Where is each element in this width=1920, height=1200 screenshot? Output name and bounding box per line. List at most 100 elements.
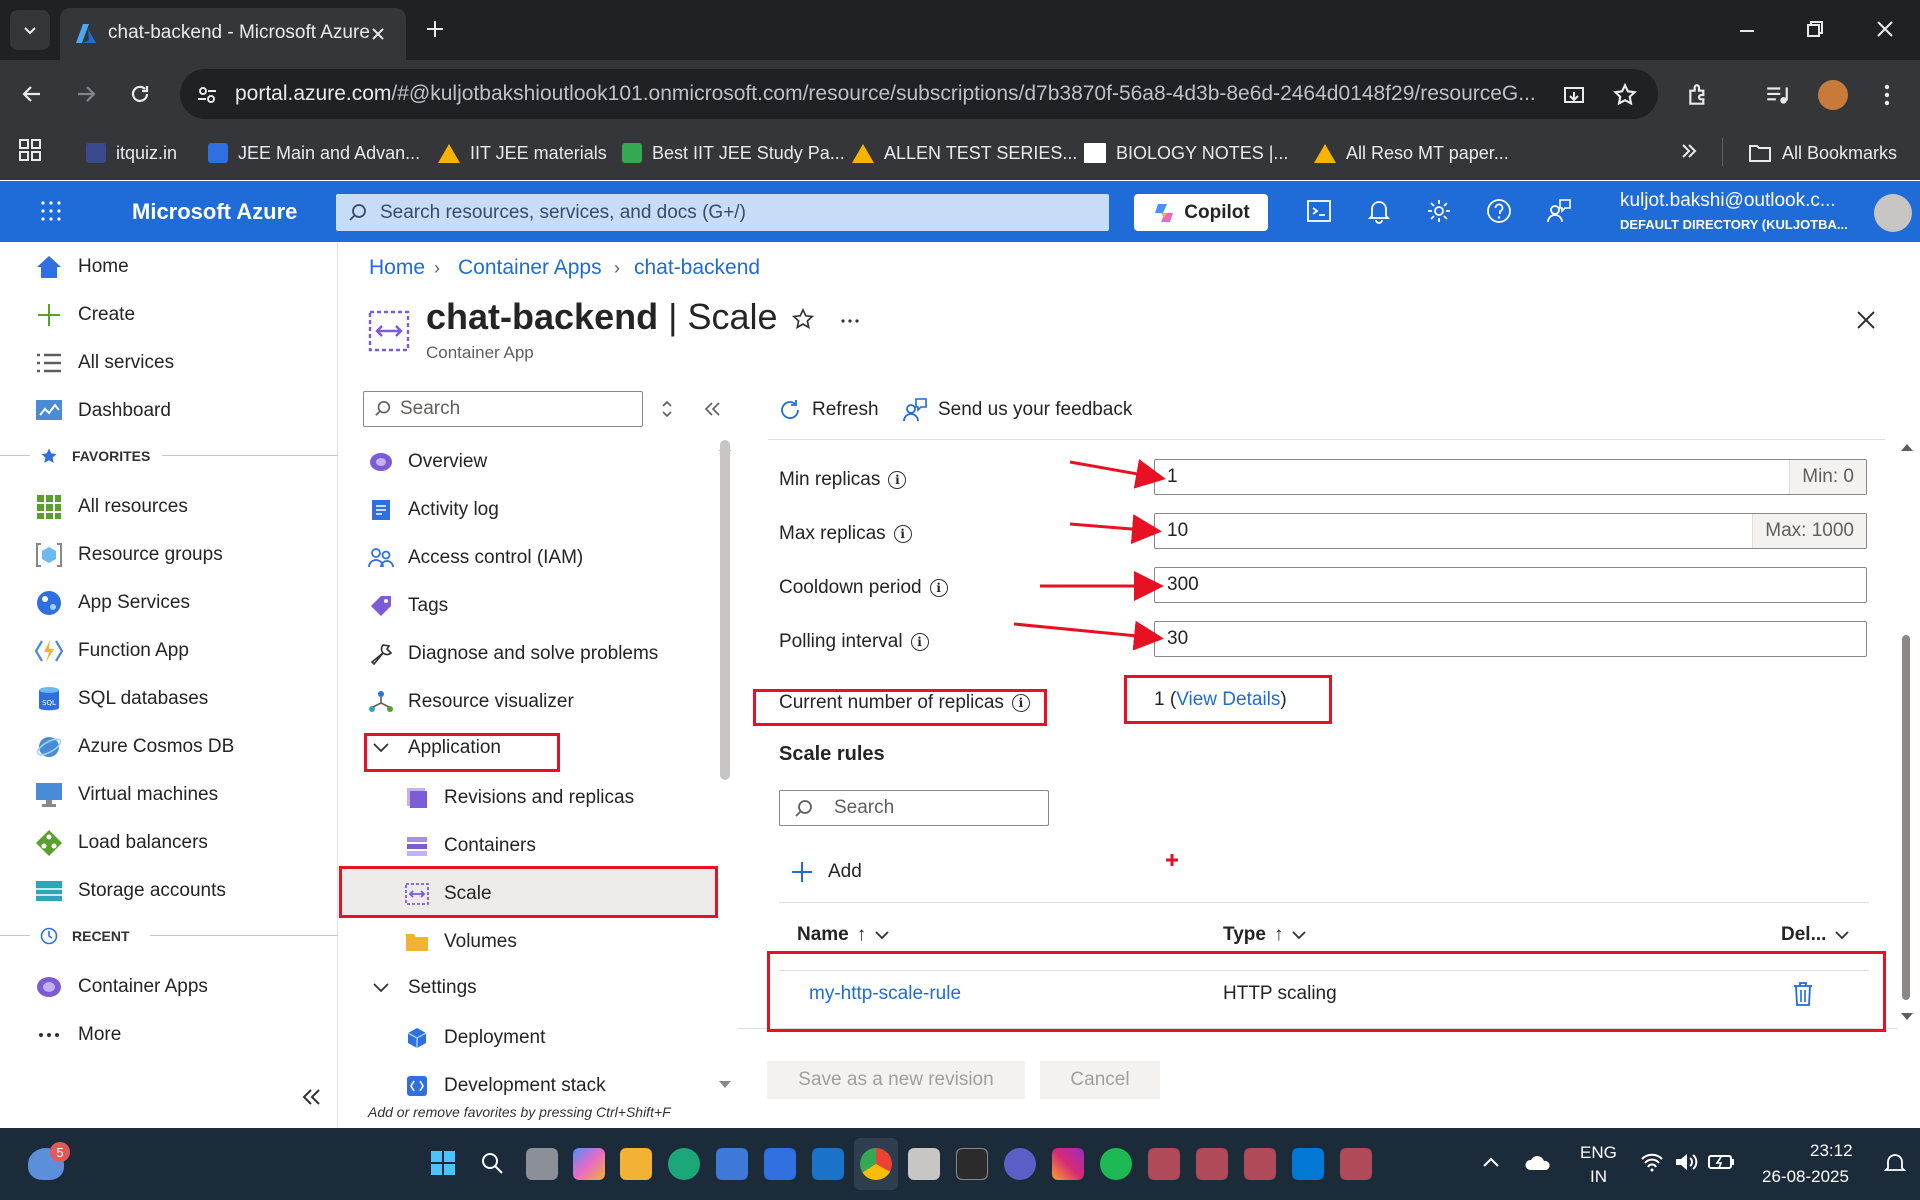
cancel-button[interactable]: Cancel — [1040, 1061, 1160, 1099]
bookmark-jee-main[interactable]: JEE Main and Advan... — [208, 138, 420, 168]
copilot-button[interactable]: Copilot — [1134, 194, 1268, 231]
bookmark-biology[interactable]: BIOLOGY NOTES |... — [1084, 138, 1288, 168]
settings-gear-icon[interactable] — [1426, 198, 1452, 224]
help-icon[interactable] — [1486, 198, 1512, 224]
column-header-name[interactable]: Name ↑ — [797, 924, 890, 946]
nav-load-balancers[interactable]: Load balancers — [34, 823, 208, 863]
app-icon[interactable] — [764, 1148, 796, 1180]
user-avatar[interactable] — [1874, 194, 1912, 232]
outlook-icon[interactable] — [812, 1148, 844, 1180]
nav-home[interactable]: Home — [34, 247, 129, 287]
menu-development-stack[interactable]: Development stack — [404, 1066, 606, 1106]
app-icon[interactable] — [908, 1148, 940, 1180]
menu-resource-visualizer[interactable]: Resource visualizer — [368, 682, 574, 722]
cloud-shell-icon[interactable] — [1306, 199, 1332, 223]
breadcrumb-chat-backend[interactable]: chat-backend — [634, 256, 760, 280]
nav-storage-accounts[interactable]: Storage accounts — [34, 871, 226, 911]
media-control-icon[interactable] — [1764, 82, 1790, 108]
language-indicator[interactable]: ENG — [1580, 1143, 1617, 1163]
restore-icon[interactable] — [1806, 20, 1824, 38]
battery-icon[interactable] — [1708, 1153, 1736, 1171]
nav-cosmos-db[interactable]: Azure Cosmos DB — [34, 727, 234, 767]
edge-icon[interactable] — [668, 1148, 700, 1180]
content-scroll-down-icon[interactable] — [1900, 1012, 1914, 1022]
browser-tab-active[interactable]: chat-backend - Microsoft Azure — [60, 8, 406, 60]
nav-all-services[interactable]: All services — [34, 343, 174, 383]
info-icon[interactable]: i — [888, 471, 907, 489]
file-explorer-icon[interactable] — [620, 1148, 652, 1180]
portal-menu-icon[interactable] — [40, 200, 62, 222]
nav-dashboard[interactable]: Dashboard — [34, 391, 171, 431]
cooldown-input[interactable]: 300 — [1154, 567, 1867, 603]
chrome-icon[interactable] — [860, 1148, 892, 1180]
install-app-icon[interactable] — [1562, 84, 1586, 108]
nav-container-apps[interactable]: Container Apps — [34, 967, 208, 1007]
content-scrollbar[interactable] — [1902, 635, 1910, 1000]
close-blade-icon[interactable] — [1856, 310, 1876, 330]
wifi-icon[interactable] — [1640, 1152, 1664, 1172]
favorite-star-icon[interactable] — [792, 308, 814, 330]
taskbar-search-icon[interactable] — [480, 1151, 504, 1175]
max-replicas-input[interactable]: 10 Max: 1000 — [1154, 513, 1867, 549]
collapse-menu-icon[interactable] — [703, 400, 721, 418]
app-icon[interactable] — [1004, 1148, 1036, 1180]
minimize-icon[interactable] — [1738, 22, 1756, 40]
volume-icon[interactable] — [1674, 1152, 1698, 1172]
menu-activity-log[interactable]: Activity log — [368, 490, 499, 530]
bookmark-iit-jee-materials[interactable]: IIT JEE materials — [438, 138, 607, 168]
new-tab-icon[interactable] — [424, 18, 446, 40]
nav-more[interactable]: More — [34, 1015, 121, 1055]
info-icon[interactable]: i — [929, 579, 948, 597]
bookmark-best-iit[interactable]: Best IIT JEE Study Pa... — [622, 138, 845, 168]
nav-sql-databases[interactable]: SQL SQL databases — [34, 679, 208, 719]
spotify-icon[interactable] — [1100, 1148, 1132, 1180]
menu-group-settings[interactable]: Settings — [368, 968, 477, 1008]
menu-diagnose[interactable]: Diagnose and solve problems — [368, 634, 658, 674]
close-tab-icon[interactable] — [370, 26, 386, 42]
all-bookmarks-button[interactable]: All Bookmarks — [1748, 138, 1897, 168]
apps-grid-icon[interactable] — [18, 138, 42, 162]
browser-menu-icon[interactable] — [1880, 82, 1894, 108]
info-icon[interactable]: i — [893, 525, 912, 543]
x-app-icon[interactable] — [956, 1148, 988, 1180]
store-icon[interactable] — [716, 1148, 748, 1180]
refresh-button[interactable]: Refresh — [778, 395, 879, 425]
forward-icon[interactable] — [74, 82, 98, 106]
user-email[interactable]: kuljot.bakshi@outlook.c... — [1620, 190, 1836, 212]
save-revision-button[interactable]: Save as a new revision — [767, 1061, 1025, 1099]
region-indicator[interactable]: IN — [1590, 1167, 1607, 1187]
content-scroll-up-icon[interactable] — [1900, 442, 1914, 452]
azure-brand[interactable]: Microsoft Azure — [132, 199, 297, 225]
profile-avatar[interactable] — [1818, 80, 1848, 110]
nav-function-app[interactable]: Function App — [34, 631, 189, 671]
feedback-person-icon[interactable] — [1546, 198, 1572, 224]
notification-center-icon[interactable] — [1884, 1152, 1906, 1176]
min-replicas-input[interactable]: 1 Min: 0 — [1154, 459, 1867, 495]
menu-access-control[interactable]: Access control (IAM) — [368, 538, 583, 578]
info-icon[interactable]: i — [910, 633, 929, 651]
menu-revisions[interactable]: Revisions and replicas — [404, 778, 634, 818]
bookmark-itquiz[interactable]: itquiz.in — [86, 138, 177, 168]
task-view-icon[interactable] — [526, 1148, 558, 1180]
breadcrumb-container-apps[interactable]: Container Apps — [458, 256, 602, 280]
clock-time[interactable]: 23:12 — [1810, 1141, 1853, 1161]
menu-overview[interactable]: Overview — [368, 442, 487, 482]
copilot-taskbar-icon[interactable] — [573, 1148, 605, 1180]
column-header-delete[interactable]: Del... — [1781, 924, 1850, 946]
extensions-icon[interactable] — [1686, 82, 1712, 108]
menu-scroll-down-icon[interactable] — [718, 1080, 732, 1090]
app-icon[interactable] — [1196, 1148, 1228, 1180]
menu-containers[interactable]: Containers — [404, 826, 536, 866]
site-info-icon[interactable] — [196, 84, 218, 106]
close-window-icon[interactable] — [1876, 20, 1894, 38]
collapse-nav-icon[interactable] — [300, 1086, 322, 1108]
nav-all-resources[interactable]: All resources — [34, 487, 188, 527]
feedback-button[interactable]: Send us your feedback — [902, 395, 1132, 425]
nav-create[interactable]: Create — [34, 295, 135, 335]
docker-icon[interactable] — [1340, 1148, 1372, 1180]
resource-menu-search[interactable]: Search — [363, 391, 643, 427]
expand-collapse-icon[interactable] — [660, 399, 674, 419]
column-header-type[interactable]: Type ↑ — [1223, 924, 1307, 946]
menu-scrollbar[interactable] — [720, 440, 730, 780]
breadcrumb-home[interactable]: Home — [369, 256, 425, 280]
